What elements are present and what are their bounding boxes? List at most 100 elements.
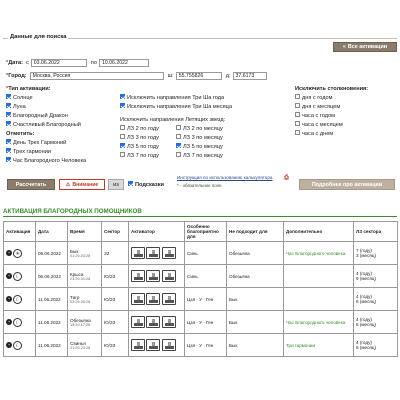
extra-cell: Час Благородного человека: [283, 241, 354, 265]
checkbox-icon[interactable]: [295, 112, 300, 117]
checkbox-sun[interactable]: Солнце: [6, 93, 118, 102]
checkbox-icon[interactable]: [120, 134, 125, 139]
checkbox-icon[interactable]: [120, 125, 125, 130]
pdf-icon[interactable]: ⎙: [284, 175, 289, 182]
latitude-input[interactable]: 55.755826: [175, 71, 222, 80]
plus-icon[interactable]: +: [6, 319, 12, 326]
checkbox-moon[interactable]: Луна: [6, 102, 118, 111]
table-row: + ☾ 11.06.2022 Тигр 03:29-05:28 Ю/З3 Цзя · У…: [3, 287, 398, 311]
activator-icon: [161, 316, 176, 328]
bad-for-cell: Обезьяна: [226, 241, 284, 265]
checkbox-icon[interactable]: [6, 157, 11, 162]
col-header-lz-sector: ЛЗ сектора: [353, 221, 398, 242]
plus-icon[interactable]: +: [6, 296, 12, 303]
checkbox-icon[interactable]: [6, 139, 11, 144]
lat-label: ш:: [167, 72, 174, 79]
checkbox-icon[interactable]: [6, 94, 11, 99]
checkbox-icon[interactable]: [295, 130, 300, 135]
checkbox-hour-day[interactable]: часа с днем: [295, 129, 395, 138]
mark-title: Отметить:: [6, 130, 35, 137]
checkbox-label: Луна: [13, 103, 26, 110]
table-row: + ☀ 06.06.2022 Бык 01:29-03:28 З2 Синь Обезья…: [3, 241, 398, 265]
good-for-cell: Цзя · У · Ген: [184, 333, 227, 357]
latitude-value: 55.755826: [178, 72, 204, 79]
checkbox-noble-dragon[interactable]: Благородный Дракон: [6, 111, 118, 120]
checkbox-hour-year[interactable]: часа с годом: [295, 111, 395, 120]
checkbox-noble-hour[interactable]: Час Благородного Человека: [6, 156, 118, 165]
checkbox-icon[interactable]: [176, 125, 181, 130]
checkbox-icon[interactable]: [6, 103, 11, 108]
longitude-input[interactable]: 37.6173: [232, 71, 267, 80]
attention-button[interactable]: ⚠ Внимание: [59, 179, 105, 190]
activator-icon: [131, 316, 145, 328]
checkbox-icon[interactable]: [295, 121, 300, 126]
table-header-row: Активация Дата Время Сектор Активатор Ос…: [3, 221, 398, 242]
col-header-date: Дата: [35, 221, 68, 242]
checkbox-icon[interactable]: [295, 103, 300, 108]
checkbox-lz3-year[interactable]: ЛЗ 3 по году: [120, 133, 176, 142]
time-range: 23:29-01:28: [70, 276, 91, 281]
checkbox-icon[interactable]: [120, 103, 125, 108]
lz-month: 6 (месяц): [356, 322, 377, 327]
time-cell: Тигр 03:29-05:28: [67, 287, 102, 311]
checkbox-label: День Трех Гармоний: [13, 139, 67, 146]
date-from-input[interactable]: 03.06.2022: [30, 58, 87, 67]
hints-toggle[interactable]: Подсказки: [128, 180, 164, 189]
activation-cell: + ☾: [3, 333, 36, 357]
checkbox-day-year[interactable]: дня с годом: [295, 93, 395, 102]
checkbox-lz5-year[interactable]: ЛЗ 5 по году: [120, 142, 176, 151]
checkbox-icon[interactable]: [6, 148, 11, 153]
more-about-activations-button[interactable]: Подробнее про активации: [299, 179, 395, 190]
city-input[interactable]: Москва, Россия: [29, 71, 164, 80]
checkbox-label: Исключить направления Три Ша месяца: [127, 103, 232, 110]
checkbox-happy-noble[interactable]: Счастливый Благородный: [6, 120, 118, 129]
checkbox-three-sha-month[interactable]: Исключить направления Три Ша месяца: [120, 102, 295, 111]
checkbox-label: ЛЗ 2 по месяцу: [183, 125, 223, 132]
checkbox-lz7-month[interactable]: ЛЗ 7 по месяцу: [176, 151, 246, 160]
warning-icon: ⚠: [65, 181, 71, 188]
col-header-bad-for: Не подходит для: [226, 221, 284, 242]
from-button[interactable]: из: [108, 179, 124, 190]
plus-icon[interactable]: +: [6, 342, 12, 349]
checkbox-three-harmony[interactable]: Трех гармонии: [6, 147, 118, 156]
date-to-input[interactable]: 10.06.2022: [98, 58, 149, 67]
activation-cell: + ☾: [3, 310, 36, 334]
checkbox-day-month[interactable]: дня с месяцем: [295, 102, 395, 111]
arrow-left-icon: «: [342, 44, 346, 50]
checkbox-lz3-month[interactable]: ЛЗ 3 по месяцу: [176, 133, 246, 142]
checkbox-icon[interactable]: [120, 152, 125, 157]
activator-icon: [131, 339, 145, 351]
checkbox-three-harmony-day[interactable]: День Трех Гармоний: [6, 138, 118, 147]
checkbox-icon[interactable]: [120, 143, 125, 148]
col-header-sector: Сектор: [101, 221, 129, 242]
checkbox-icon[interactable]: [176, 134, 181, 139]
checkbox-icon[interactable]: [176, 143, 181, 148]
checkbox-lz7-year[interactable]: ЛЗ 7 по году: [120, 151, 176, 160]
activation-symbol-icon: ☾: [13, 271, 23, 281]
extra-cell: [283, 287, 354, 311]
activator-cell: [128, 333, 185, 357]
checkbox-label: Благородный Дракон: [13, 112, 68, 119]
checkbox-lz2-month[interactable]: ЛЗ 2 по месяцу: [176, 124, 246, 133]
checkbox-three-sha-year[interactable]: Исключить направления Три Ша года: [120, 93, 295, 102]
checkbox-lz2-year[interactable]: ЛЗ 2 по году: [120, 124, 176, 133]
checkbox-icon[interactable]: [176, 152, 181, 157]
checkbox-icon[interactable]: [295, 94, 300, 99]
plus-icon[interactable]: +: [6, 250, 12, 257]
plus-icon[interactable]: +: [6, 273, 12, 280]
checkbox-icon[interactable]: [120, 94, 125, 99]
checkbox-icon[interactable]: [6, 121, 11, 126]
checkbox-icon[interactable]: [128, 181, 133, 186]
checkbox-icon[interactable]: [6, 112, 11, 117]
required-note: * - обязательное поле: [177, 183, 222, 188]
activation-cell: + ☾: [3, 287, 36, 311]
date-cell: 11.06.2022: [35, 310, 68, 334]
all-activations-button[interactable]: « Все активации: [333, 42, 397, 52]
checkbox-label: Исключить направления Три Ша года: [127, 94, 225, 101]
checkbox-lz5-month[interactable]: ЛЗ 5 по месяцу: [176, 142, 246, 151]
checkbox-hour-month[interactable]: часа с месяцем: [295, 120, 395, 129]
calculate-button[interactable]: Рассчитать: [7, 179, 55, 190]
lz-month: 6 (месяц): [356, 345, 377, 350]
bad-for-cell: Бык: [226, 333, 284, 357]
instructions-link[interactable]: Инструкция по использованию калькулятора: [177, 175, 272, 180]
